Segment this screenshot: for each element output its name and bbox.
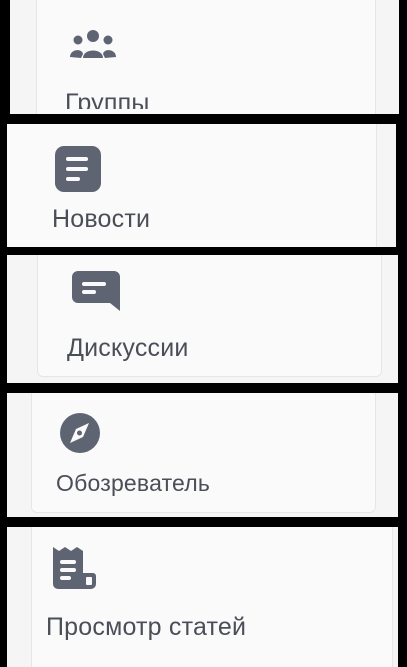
news-icon bbox=[55, 146, 101, 192]
discussions-icon bbox=[72, 271, 120, 311]
articles-icon bbox=[53, 547, 96, 589]
menu-item-label: Просмотр статей bbox=[46, 613, 247, 641]
groups-icon bbox=[70, 30, 116, 58]
menu-item-discussions[interactable]: Дискуссии bbox=[7, 255, 398, 383]
menu-item-explorer[interactable]: Обозреватель bbox=[7, 393, 398, 517]
compass-icon bbox=[60, 413, 100, 453]
menu-item-article-viewer[interactable]: Просмотр статей bbox=[7, 527, 398, 667]
menu-item-label: Обозреватель bbox=[56, 470, 211, 496]
menu-item-label: Дискуссии bbox=[67, 334, 189, 362]
menu-item-label: Новости bbox=[52, 205, 151, 233]
menu-item-groups[interactable]: Группы bbox=[10, 0, 399, 114]
menu-item-news[interactable]: Новости bbox=[7, 124, 396, 247]
